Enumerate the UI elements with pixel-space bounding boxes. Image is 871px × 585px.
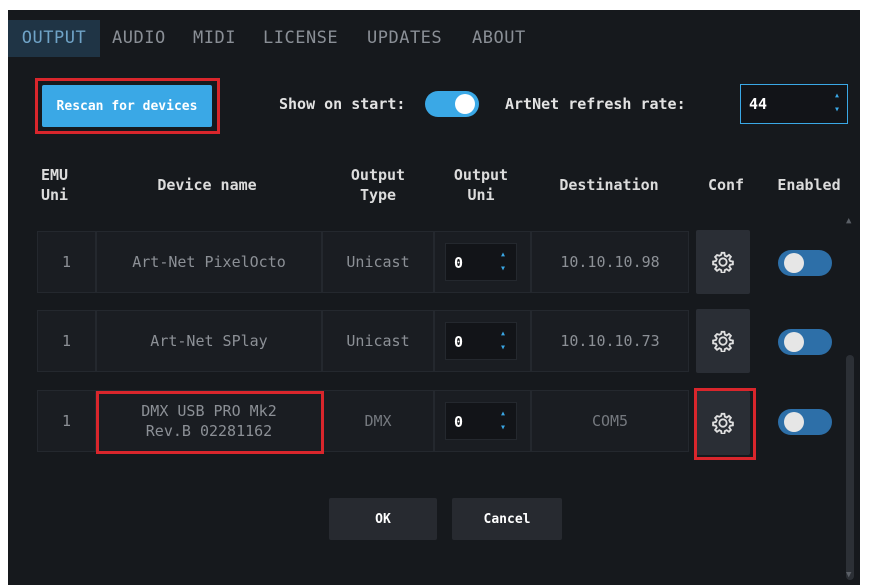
toggle-knob bbox=[784, 332, 804, 352]
ok-button[interactable]: OK bbox=[329, 498, 437, 540]
cell-destination: 10.10.10.98 bbox=[531, 231, 689, 293]
header-output-type-line2: Type bbox=[359, 186, 397, 204]
header-output-uni-line2: Uni bbox=[467, 186, 495, 204]
output-uni-value: 0 bbox=[454, 333, 464, 351]
toggle-knob bbox=[784, 253, 804, 273]
refresh-rate-spinbox[interactable]: 44 ▴ ▾ bbox=[740, 84, 848, 124]
header-output-uni-line1: Output bbox=[453, 166, 509, 184]
spin-arrows-icon[interactable]: ▴ ▾ bbox=[832, 89, 842, 117]
tab-license[interactable]: LICENSE bbox=[263, 20, 338, 57]
gear-icon bbox=[712, 251, 734, 273]
header-destination: Destination bbox=[559, 176, 659, 194]
show-on-start-toggle[interactable] bbox=[425, 91, 479, 117]
header-output-type-line1: Output bbox=[350, 166, 406, 184]
enabled-toggle[interactable] bbox=[778, 329, 832, 355]
header-enabled: Enabled bbox=[777, 176, 841, 194]
conf-button[interactable] bbox=[696, 230, 750, 294]
tab-midi[interactable]: MIDI bbox=[193, 20, 236, 57]
cell-emu-uni: 1 bbox=[37, 390, 96, 452]
scroll-up-icon[interactable]: ▲ bbox=[846, 216, 851, 226]
output-uni-spinbox[interactable]: 0 ▴ ▾ bbox=[445, 243, 517, 281]
header-output-type: Output Type bbox=[333, 165, 423, 205]
show-on-start-label: Show on start: bbox=[279, 95, 406, 113]
spin-arrows-icon[interactable]: ▴ ▾ bbox=[500, 407, 506, 435]
header-emu-uni-line2: Uni bbox=[41, 186, 69, 204]
spin-arrows-icon[interactable]: ▴ ▾ bbox=[500, 327, 506, 355]
header-emu-uni: EMU Uni bbox=[41, 165, 81, 205]
toggle-knob bbox=[784, 412, 804, 432]
tab-audio[interactable]: AUDIO bbox=[112, 20, 166, 57]
tab-about[interactable]: ABOUT bbox=[472, 20, 526, 57]
output-uni-value: 0 bbox=[454, 413, 464, 431]
cell-destination: 10.10.10.73 bbox=[531, 310, 689, 372]
tab-updates[interactable]: UPDATES bbox=[367, 20, 442, 57]
cell-emu-uni: 1 bbox=[37, 231, 96, 293]
settings-window: OUTPUT AUDIO MIDI LICENSE UPDATES ABOUT … bbox=[8, 10, 860, 585]
enabled-toggle[interactable] bbox=[778, 409, 832, 435]
cell-device-name: Art-Net SPlay bbox=[96, 310, 322, 372]
header-output-uni: Output Uni bbox=[436, 165, 526, 205]
scroll-down-icon[interactable]: ▼ bbox=[846, 570, 851, 580]
header-device-name: Device name bbox=[157, 176, 257, 194]
toggle-knob bbox=[455, 94, 475, 114]
enabled-toggle[interactable] bbox=[778, 250, 832, 276]
scrollbar-thumb[interactable] bbox=[846, 355, 854, 580]
header-conf: Conf bbox=[707, 176, 745, 194]
conf-highlight-box bbox=[694, 388, 756, 460]
output-uni-value: 0 bbox=[454, 254, 464, 272]
table-row: 1 Art-Net PixelOcto Unicast 0 ▴ ▾ 10.10.1… bbox=[37, 231, 689, 293]
gear-icon bbox=[712, 330, 734, 352]
cell-device-name: Art-Net PixelOcto bbox=[96, 231, 322, 293]
output-uni-spinbox[interactable]: 0 ▴ ▾ bbox=[445, 402, 517, 440]
output-uni-spinbox[interactable]: 0 ▴ ▾ bbox=[445, 322, 517, 360]
cell-output-type: DMX bbox=[322, 390, 434, 452]
header-emu-uni-line1: EMU bbox=[41, 166, 69, 184]
rescan-button[interactable]: Rescan for devices bbox=[42, 85, 212, 127]
table-row: 1 Art-Net SPlay Unicast 0 ▴ ▾ 10.10.10.73 bbox=[37, 310, 689, 372]
cell-output-type: Unicast bbox=[322, 310, 434, 372]
cell-destination: COM5 bbox=[531, 390, 689, 452]
device-name-highlight-box bbox=[96, 391, 324, 454]
tab-bar: OUTPUT AUDIO MIDI LICENSE UPDATES ABOUT bbox=[8, 20, 860, 57]
cell-emu-uni: 1 bbox=[37, 310, 96, 372]
tab-output[interactable]: OUTPUT bbox=[8, 20, 100, 57]
refresh-rate-label: ArtNet refresh rate: bbox=[505, 95, 686, 113]
spin-arrows-icon[interactable]: ▴ ▾ bbox=[500, 248, 506, 276]
refresh-rate-value: 44 bbox=[749, 95, 768, 113]
conf-button[interactable] bbox=[696, 309, 750, 373]
cancel-button[interactable]: Cancel bbox=[452, 498, 562, 540]
cell-output-type: Unicast bbox=[322, 231, 434, 293]
